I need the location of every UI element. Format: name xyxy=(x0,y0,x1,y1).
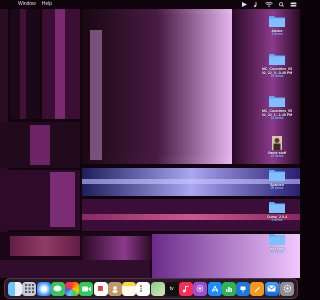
photos-icon[interactable] xyxy=(65,281,79,296)
facetime-icon[interactable] xyxy=(79,281,94,296)
wifi-icon[interactable] xyxy=(265,2,273,7)
podcasts-icon[interactable] xyxy=(193,281,208,296)
desktop-folder-cumu[interactable]: Cumu_2.0-4 3 items xyxy=(254,200,300,223)
search-icon[interactable] xyxy=(278,2,285,7)
apple-tv-icon[interactable]: tv xyxy=(164,281,179,296)
mail-icon[interactable] xyxy=(264,281,279,296)
pages-icon[interactable] xyxy=(250,281,265,296)
keynote-icon[interactable] xyxy=(236,281,250,296)
folder-item-count: 15 items xyxy=(270,154,284,159)
numbers-icon[interactable] xyxy=(221,281,236,296)
launchpad-icon[interactable] xyxy=(22,281,37,296)
desktop-folder-adobe[interactable]: Adobe 3 items xyxy=(254,14,300,37)
system-settings-icon[interactable] xyxy=(280,281,294,296)
desktop-folder-last-stuff[interactable]: last stuff 14 items xyxy=(254,232,300,255)
image-thumbnail-icon xyxy=(272,136,282,150)
folder-icon xyxy=(269,202,285,213)
play-icon[interactable] xyxy=(241,2,248,7)
folder-icon xyxy=(269,170,285,181)
music-note-icon[interactable] xyxy=(253,2,260,7)
music-icon[interactable] xyxy=(179,281,193,296)
safari-icon[interactable] xyxy=(36,281,51,296)
folder-item-count: 3 items xyxy=(271,218,283,223)
folder-item-count: 14 items xyxy=(270,250,284,255)
folder-item-count: 26 items xyxy=(270,186,284,191)
folder-icon xyxy=(269,234,285,245)
menu-help[interactable]: Help xyxy=(42,0,52,9)
reminders-icon[interactable] xyxy=(136,281,151,296)
desktop-folder-spanish[interactable]: Spanish 26 items xyxy=(254,168,300,191)
appstore-icon[interactable] xyxy=(207,281,222,296)
desktop-folder-mc-countries-1[interactable]: MC_Countries_05 02_22_0...0-49 PM 15 ite… xyxy=(254,52,300,79)
apple-tv-label: tv xyxy=(169,285,174,292)
menu-window[interactable]: Window xyxy=(18,0,36,9)
control-center-icon[interactable] xyxy=(290,2,297,7)
finder-icon[interactable] xyxy=(8,281,22,296)
folder-item-count: 15 items xyxy=(270,74,284,79)
folder-item-count: 3 items xyxy=(271,32,283,37)
messages-icon[interactable] xyxy=(50,281,65,296)
calendar-icon[interactable]: ▦ xyxy=(93,281,108,296)
contacts-icon[interactable] xyxy=(107,281,122,296)
desktop-folder-game-stuff[interactable]: Game stuff 15 items xyxy=(254,136,300,159)
folder-item-count: 14 items xyxy=(270,116,284,121)
maps-icon[interactable] xyxy=(150,281,165,296)
folder-icon xyxy=(269,96,285,107)
desktop-folder-mc-countries-2[interactable]: MC_Countries_05 02_22_1...1-40 PM 14 ite… xyxy=(254,94,300,121)
folder-icon xyxy=(269,54,285,65)
status-icons xyxy=(241,0,297,9)
menu-bar: Window Help xyxy=(0,0,300,9)
folder-icon xyxy=(269,16,285,27)
menu-list: Window Help xyxy=(0,0,52,9)
dock: ▦ tv xyxy=(4,278,298,299)
notes-icon[interactable] xyxy=(122,281,136,296)
